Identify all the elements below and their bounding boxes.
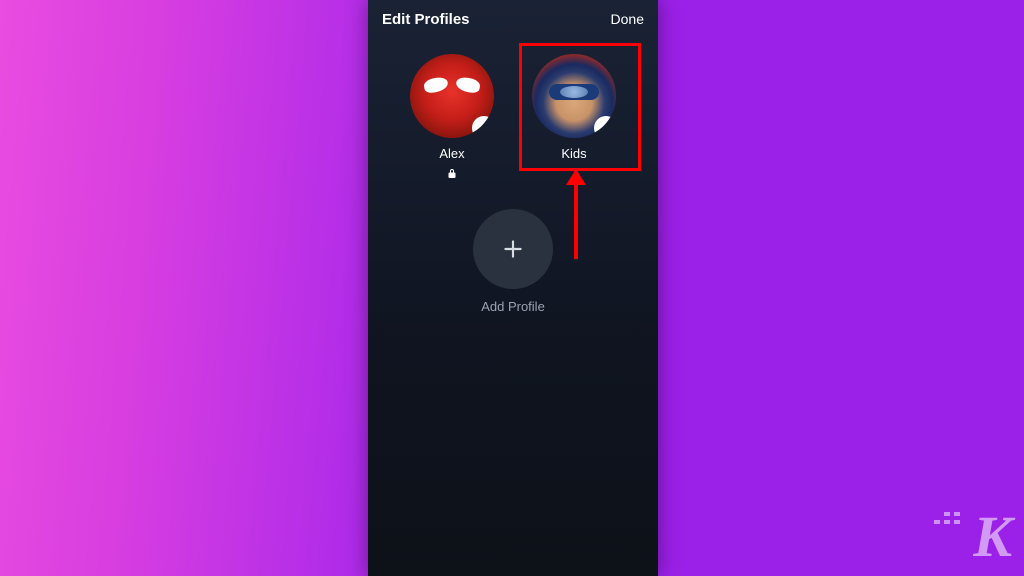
profile-name: Alex — [439, 146, 464, 161]
add-circle — [473, 209, 553, 289]
profiles-row: Alex Kids — [368, 54, 658, 185]
header: Edit Profiles Done — [368, 0, 658, 32]
watermark-logo: K — [973, 508, 1010, 566]
avatar-alex — [410, 54, 494, 138]
page-title: Edit Profiles — [382, 11, 470, 28]
lock-icon — [446, 167, 458, 185]
profile-name: Kids — [561, 146, 586, 161]
profile-alex[interactable]: Alex — [410, 54, 494, 185]
done-button[interactable]: Done — [611, 11, 644, 27]
edit-icon[interactable] — [472, 116, 494, 138]
plus-icon — [500, 236, 526, 262]
edit-icon[interactable] — [594, 116, 616, 138]
watermark-dots — [934, 512, 960, 524]
annotation-arrow — [574, 171, 578, 259]
profile-kids[interactable]: Kids — [532, 54, 616, 185]
avatar-kids — [532, 54, 616, 138]
add-profile-button[interactable]: Add Profile — [368, 209, 658, 314]
add-profile-label: Add Profile — [481, 299, 545, 314]
phone-screen: Edit Profiles Done Alex Kids — [368, 0, 658, 576]
